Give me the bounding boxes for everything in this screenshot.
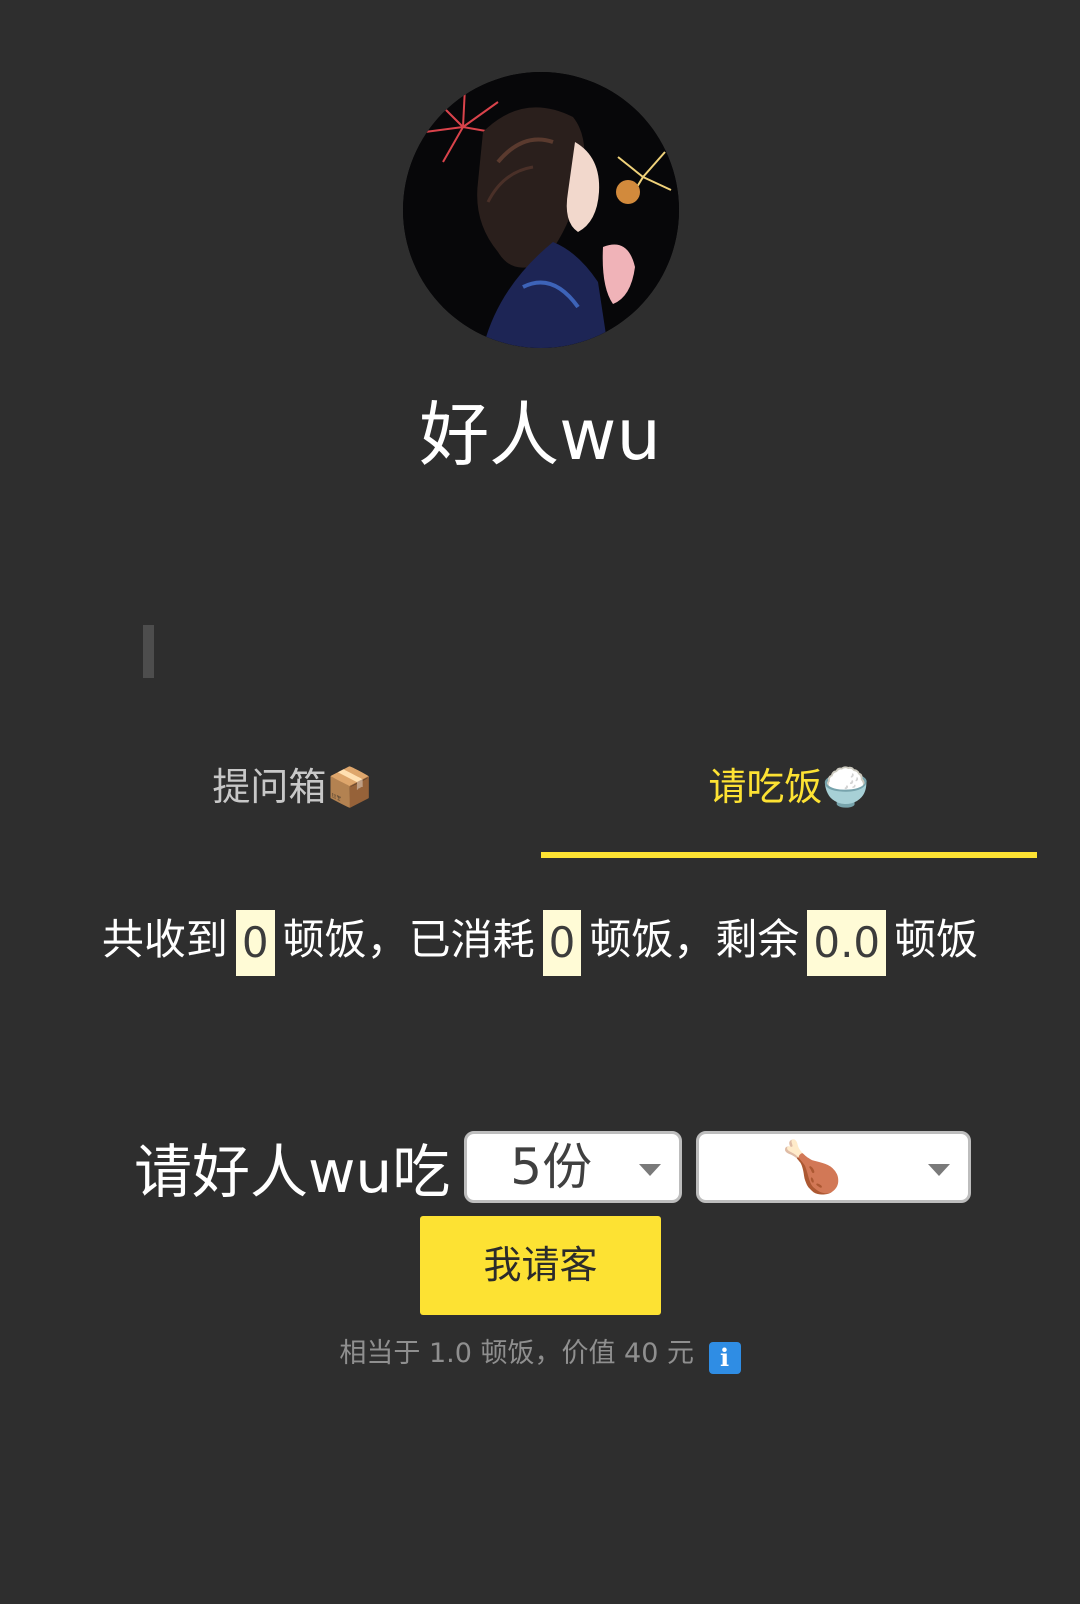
chevron-down-icon	[928, 1164, 951, 1176]
quantity-value: 5份	[510, 1138, 593, 1196]
treat-row: 请好人wu吃 5份 🍗	[134, 1129, 972, 1206]
tab-treat-meal[interactable]: 请吃饭🍚	[541, 745, 1037, 857]
meal-stats: 共收到 0 顿饭，已消耗 0 顿饭，剩余 0.0 顿饭	[95, 900, 985, 980]
received-prefix: 共收到	[101, 915, 228, 964]
consumed-count: 0	[542, 909, 582, 976]
avatar-illustration	[403, 72, 679, 348]
tab-question-box[interactable]: 提问箱📦	[45, 745, 541, 857]
active-tab-indicator	[541, 852, 1037, 858]
text-cursor	[143, 625, 154, 678]
profile-name: 好人wu	[419, 394, 661, 476]
treat-label: 请好人wu吃	[134, 1138, 451, 1206]
quantity-select[interactable]: 5份	[464, 1131, 683, 1203]
info-icon[interactable]: i	[708, 1342, 741, 1374]
consumed-prefix: 顿饭，已消耗	[282, 915, 535, 964]
remaining-count: 0.0	[807, 909, 887, 976]
chevron-down-icon	[639, 1164, 662, 1176]
treat-button[interactable]: 我请客	[420, 1216, 661, 1315]
received-count: 0	[235, 909, 275, 976]
food-value: 🍗	[780, 1138, 843, 1196]
tab-bar: 提问箱📦 请吃饭🍚	[45, 745, 1037, 858]
value-note-text: 相当于 1.0 顿饭，价值 40 元	[339, 1338, 695, 1369]
stats-suffix: 顿饭	[894, 915, 979, 964]
value-note: 相当于 1.0 顿饭，价值 40 元 i	[0, 1334, 1080, 1374]
remaining-prefix: 顿饭，剩余	[589, 915, 800, 964]
food-select[interactable]: 🍗	[696, 1131, 972, 1203]
avatar	[403, 72, 679, 348]
